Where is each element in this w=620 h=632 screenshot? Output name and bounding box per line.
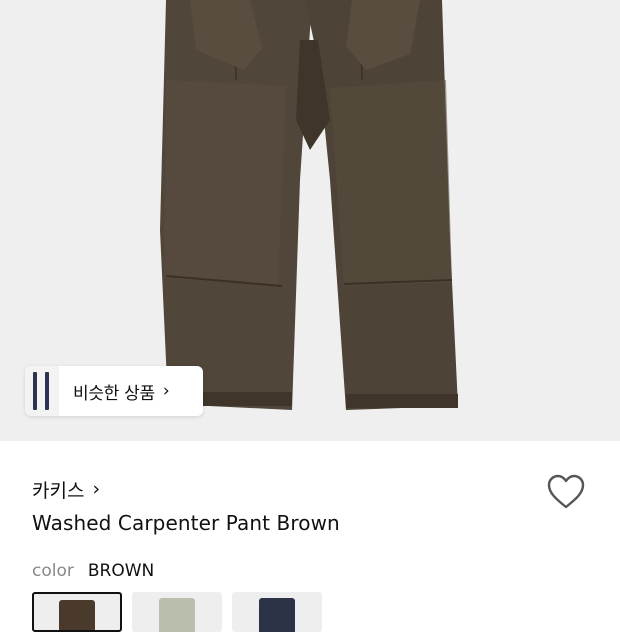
brand-name: 카키스 <box>32 479 85 502</box>
swatch-navy-image <box>259 598 295 632</box>
chevron-right-icon: › <box>92 478 101 500</box>
similar-products-label: 비슷한 상품 <box>73 383 155 404</box>
swatch-navy[interactable] <box>232 592 322 632</box>
brand-link[interactable]: 카키스 › <box>32 475 100 503</box>
color-label: color <box>32 561 74 581</box>
product-title: Washed Carpenter Pant Brown <box>32 511 340 535</box>
chevron-right-icon: › <box>162 381 170 401</box>
swatch-brown[interactable] <box>32 592 122 632</box>
swatch-sage[interactable] <box>132 592 222 632</box>
similar-thumbnail <box>25 366 59 416</box>
product-image[interactable]: 비슷한 상품 › <box>0 0 620 441</box>
swatch-brown-image <box>59 600 95 630</box>
color-row: color BROWN <box>32 561 154 581</box>
color-value: BROWN <box>87 561 155 581</box>
swatch-sage-image <box>159 598 195 632</box>
heart-icon[interactable] <box>546 473 586 511</box>
similar-products-button[interactable]: 비슷한 상품 › <box>25 366 203 416</box>
color-swatches <box>32 592 322 632</box>
